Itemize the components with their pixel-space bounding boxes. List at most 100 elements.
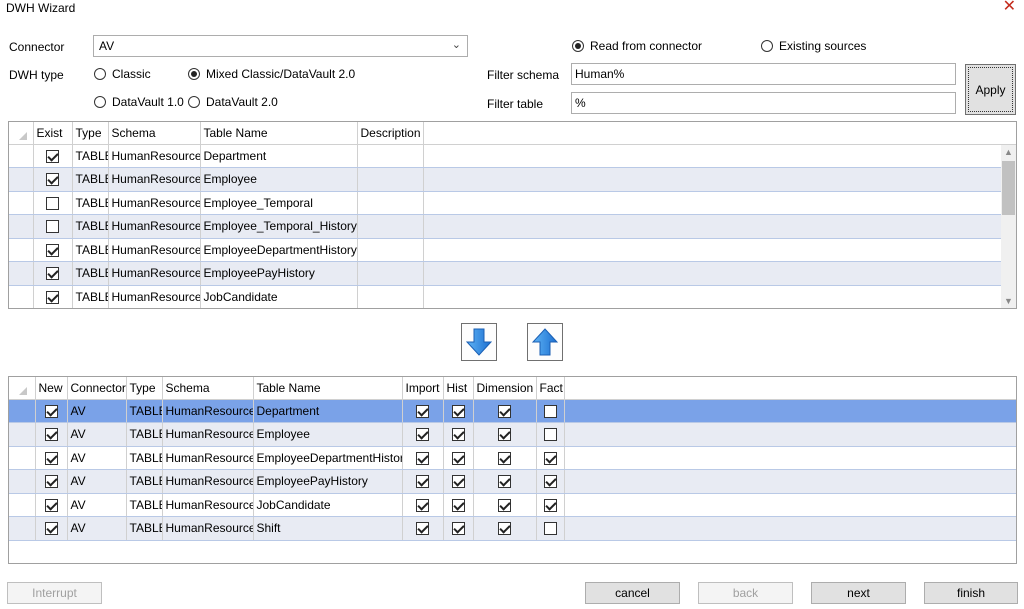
exist-cell-checkbox[interactable]: [46, 290, 59, 304]
apply-button[interactable]: Apply: [965, 64, 1016, 115]
hist-cell-checkbox[interactable]: [451, 498, 465, 512]
new-cell-checkbox[interactable]: [44, 522, 58, 536]
import-cell-checkbox[interactable]: [416, 475, 429, 489]
connector-select[interactable]: AV ⌄: [93, 35, 468, 57]
col-table-name[interactable]: Table Name: [200, 122, 358, 145]
row-header[interactable]: [9, 285, 34, 308]
move-down-button[interactable]: [461, 323, 497, 361]
row-header[interactable]: [9, 516, 36, 541]
fact-cell-checkbox[interactable]: [543, 428, 557, 442]
radio-datavault-1[interactable]: DataVault 1.0: [94, 95, 184, 109]
import-cell-checkbox[interactable]: [416, 498, 429, 512]
next-button[interactable]: next: [811, 582, 906, 604]
source-table-row[interactable]: TABLEHumanResourcesEmployeePayHistory: [9, 261, 1016, 286]
cancel-button[interactable]: cancel: [585, 582, 680, 604]
exist-cell-checkbox[interactable]: [46, 267, 59, 281]
radio-existing-sources[interactable]: Existing sources: [761, 39, 866, 53]
import-cell-checkbox[interactable]: [416, 404, 429, 418]
col-type[interactable]: Type: [126, 377, 163, 400]
radio-mixed[interactable]: Mixed Classic/DataVault 2.0: [188, 67, 355, 81]
source-table-row[interactable]: TABLEHumanResourcesJobCandidate: [9, 285, 1016, 308]
fact-cell-checkbox[interactable]: [543, 522, 557, 536]
new-cell-checkbox[interactable]: [44, 404, 58, 418]
hist-cell-checkbox[interactable]: [451, 404, 465, 418]
target-table-row[interactable]: AVTABLEHumanResourcesJobCandidate: [9, 493, 1016, 517]
source-scrollbar[interactable]: ▲ ▼: [1001, 145, 1016, 308]
target-table-row[interactable]: AVTABLEHumanResourcesEmployeePayHistory: [9, 469, 1016, 494]
row-header[interactable]: [9, 399, 36, 423]
target-table-row[interactable]: AVTABLEHumanResourcesShift: [9, 516, 1016, 541]
source-table-row[interactable]: TABLEHumanResourcesEmployeeDepartmentHis…: [9, 238, 1016, 262]
target-table-row[interactable]: AVTABLEHumanResourcesEmployeeDepartmentH…: [9, 446, 1016, 470]
col-new[interactable]: New: [35, 377, 68, 400]
col-schema[interactable]: Schema: [108, 122, 201, 145]
row-header[interactable]: [9, 214, 34, 239]
row-header[interactable]: [9, 469, 36, 494]
dimension-cell-checkbox[interactable]: [498, 498, 511, 512]
dimension-cell-checkbox[interactable]: [498, 451, 511, 465]
import-cell-checkbox[interactable]: [416, 451, 429, 465]
col-type[interactable]: Type: [72, 122, 109, 145]
dimension-cell-checkbox[interactable]: [498, 404, 511, 418]
source-table-row[interactable]: TABLEHumanResourcesEmployee_Temporal_His…: [9, 214, 1016, 239]
dimension-cell-checkbox[interactable]: [498, 428, 511, 442]
close-icon[interactable]: ✕: [1003, 0, 1016, 15]
exist-cell-checkbox[interactable]: [46, 243, 59, 257]
import-cell-checkbox[interactable]: [416, 522, 429, 536]
grid-corner[interactable]: [9, 122, 34, 145]
col-exist[interactable]: Exist: [33, 122, 73, 145]
interrupt-button[interactable]: Interrupt: [7, 582, 102, 604]
finish-button[interactable]: finish: [924, 582, 1018, 604]
col-schema[interactable]: Schema: [162, 377, 254, 400]
hist-cell-checkbox[interactable]: [451, 428, 465, 442]
col-hist[interactable]: Hist: [443, 377, 474, 400]
grid-corner[interactable]: [9, 377, 36, 400]
col-table-name[interactable]: Table Name: [253, 377, 403, 400]
hist-cell-checkbox[interactable]: [451, 475, 465, 489]
target-table-row[interactable]: AVTABLEHumanResourcesEmployee: [9, 422, 1016, 447]
exist-cell-checkbox[interactable]: [46, 149, 59, 163]
radio-classic[interactable]: Classic: [94, 67, 151, 81]
fact-cell-checkbox[interactable]: [543, 498, 557, 512]
row-header[interactable]: [9, 261, 34, 286]
scroll-thumb[interactable]: [1002, 161, 1015, 215]
row-header[interactable]: [9, 493, 36, 517]
back-button[interactable]: back: [698, 582, 793, 604]
new-cell-checkbox[interactable]: [44, 475, 58, 489]
dimension-cell-checkbox[interactable]: [498, 475, 511, 489]
col-connector[interactable]: Connector: [67, 377, 127, 400]
source-table-row[interactable]: TABLEHumanResourcesEmployee_Temporal: [9, 191, 1016, 215]
new-cell-checkbox[interactable]: [44, 498, 58, 512]
new-cell-checkbox[interactable]: [44, 451, 58, 465]
source-table-row[interactable]: TABLEHumanResourcesDepartment: [9, 144, 1016, 168]
fact-cell-checkbox[interactable]: [543, 451, 557, 465]
move-up-button[interactable]: [527, 323, 563, 361]
radio-read-from-connector[interactable]: Read from connector: [572, 39, 702, 53]
new-cell-checkbox[interactable]: [44, 428, 58, 442]
exist-cell-checkbox[interactable]: [46, 173, 59, 187]
fact-cell-checkbox[interactable]: [543, 404, 557, 418]
dimension-cell-checkbox[interactable]: [498, 522, 511, 536]
row-header[interactable]: [9, 167, 34, 192]
fact-cell-checkbox[interactable]: [543, 475, 557, 489]
col-description[interactable]: Description: [357, 122, 424, 145]
scroll-down-icon[interactable]: ▼: [1004, 296, 1013, 306]
hist-cell-checkbox[interactable]: [451, 522, 465, 536]
row-header[interactable]: [9, 422, 36, 447]
hist-cell-checkbox[interactable]: [451, 451, 465, 465]
source-table-row[interactable]: TABLEHumanResourcesEmployee: [9, 167, 1016, 192]
import-cell-checkbox[interactable]: [416, 428, 429, 442]
col-dimension[interactable]: Dimension: [473, 377, 537, 400]
row-header[interactable]: [9, 144, 34, 168]
row-header[interactable]: [9, 238, 34, 262]
target-table-row[interactable]: AVTABLEHumanResourcesDepartment: [9, 399, 1016, 423]
row-header[interactable]: [9, 446, 36, 470]
exist-cell-checkbox[interactable]: [46, 220, 59, 234]
col-import[interactable]: Import: [402, 377, 444, 400]
col-fact[interactable]: Fact: [536, 377, 565, 400]
scroll-up-icon[interactable]: ▲: [1004, 147, 1013, 157]
exist-cell-checkbox[interactable]: [46, 196, 59, 210]
filter-table-input[interactable]: %: [571, 92, 956, 114]
filter-schema-input[interactable]: Human%: [571, 63, 956, 85]
row-header[interactable]: [9, 191, 34, 215]
